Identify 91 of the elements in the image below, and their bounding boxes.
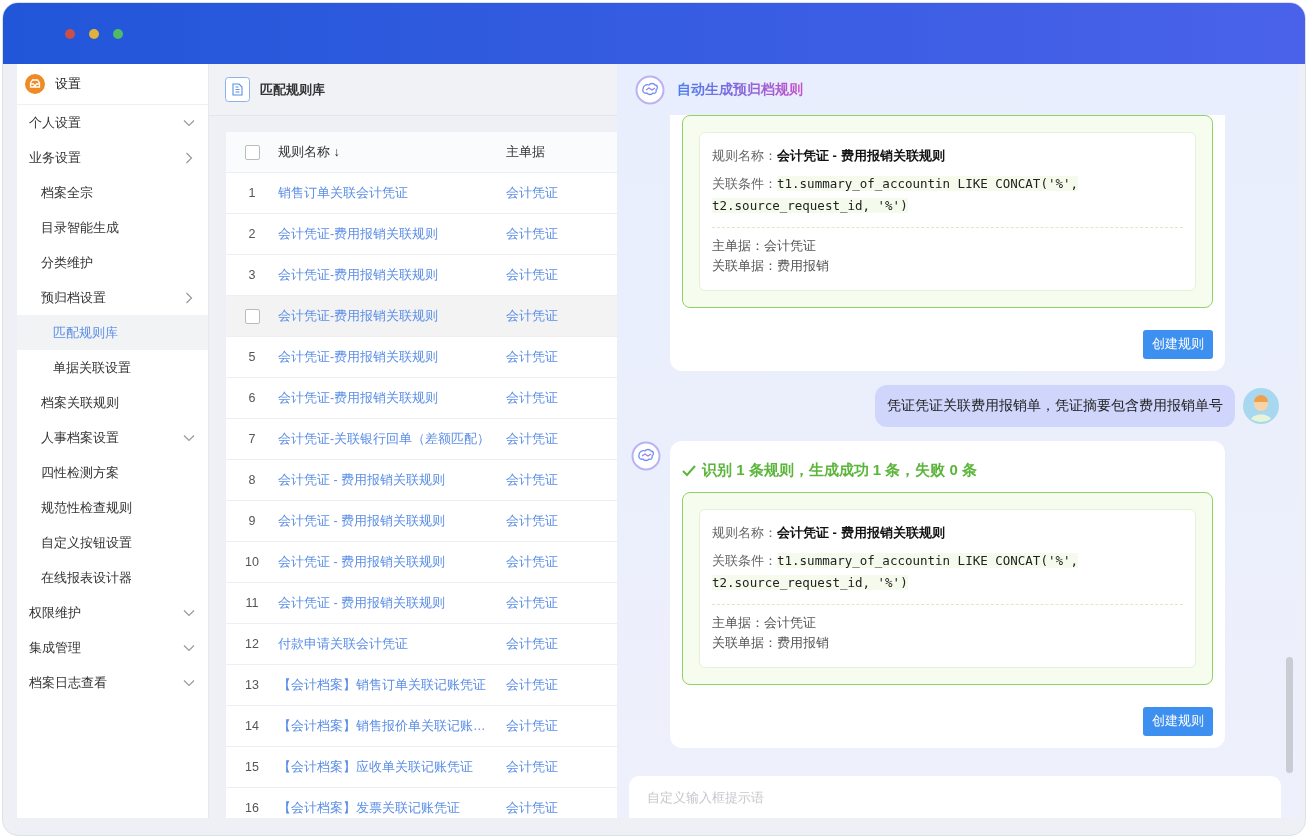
row-number: 6 <box>248 391 256 405</box>
create-rule-button[interactable]: 创建规则 <box>1143 330 1213 359</box>
sidebar-item[interactable]: 业务设置 <box>17 140 208 175</box>
sidebar-item[interactable]: 分类维护 <box>17 245 208 280</box>
sidebar-item[interactable]: 档案全宗 <box>17 175 208 210</box>
rule-name-link[interactable]: 【会计档案】销售报价单关联记账… <box>278 718 486 733</box>
document-link[interactable]: 会计凭证 <box>506 308 558 323</box>
sidebar-item[interactable]: 匹配规则库 <box>17 315 208 350</box>
row-number: 14 <box>245 719 259 733</box>
document-link[interactable]: 会计凭证 <box>506 677 558 692</box>
rule-name-link[interactable]: 付款申请关联会计凭证 <box>278 636 408 651</box>
sidebar-item[interactable]: 单据关联设置 <box>17 350 208 385</box>
row-number: 2 <box>248 227 256 241</box>
rule-name-link[interactable]: 会计凭证-费用报销关联规则 <box>278 349 439 364</box>
rule-name-link[interactable]: 会计凭证 - 费用报销关联规则 <box>278 513 446 528</box>
column-header[interactable]: 规则名称 ↓ <box>278 144 340 159</box>
related-document: 关联单据：费用报销 <box>712 258 830 275</box>
sidebar-item[interactable]: 人事档案设置 <box>17 420 208 455</box>
user-message: 凭证凭证关联费用报销单，凭证摘要包含费用报销单号 <box>875 385 1235 427</box>
row-number: 10 <box>245 555 259 569</box>
select-all-checkbox[interactable] <box>244 144 260 160</box>
main-document: 主单据：会计凭证 <box>712 615 817 632</box>
sidebar-item[interactable]: 目录智能生成 <box>17 210 208 245</box>
settings-logo-icon <box>25 74 45 94</box>
scrollbar[interactable] <box>1286 657 1293 773</box>
rule-condition: 关联条件：t1.summary_of_accountin LIKE CONCAT('%', t2.source_request_id, '%') <box>712 175 1080 215</box>
rule-name-link[interactable]: 【会计档案】应收单关联记账凭证 <box>278 759 473 774</box>
sidebar-item[interactable]: 集成管理 <box>17 630 208 665</box>
user-avatar <box>1243 388 1279 424</box>
rule-name-link[interactable]: 【会计档案】销售订单关联记账凭证 <box>278 677 486 692</box>
sidebar-item[interactable]: 档案关联规则 <box>17 385 208 420</box>
rule-name-link[interactable]: 【会计档案】发票关联记账凭证 <box>278 800 460 815</box>
row-number: 12 <box>245 637 259 651</box>
document-link[interactable]: 会计凭证 <box>506 472 558 487</box>
rule-name: 规则名称：会计凭证 - 费用报销关联规则 <box>712 147 946 165</box>
rule-name-link[interactable]: 会计凭证-费用报销关联规则 <box>278 390 439 405</box>
document-link[interactable]: 会计凭证 <box>506 226 558 241</box>
row-number: 15 <box>245 760 259 774</box>
rule-name-link[interactable]: 会计凭证 - 费用报销关联规则 <box>278 554 446 569</box>
rule-name-link[interactable]: 会计凭证-费用报销关联规则 <box>278 226 439 241</box>
sidebar-item[interactable]: 自定义按钮设置 <box>17 525 208 560</box>
row-number: 5 <box>248 350 256 364</box>
check-icon <box>682 464 696 477</box>
document-link[interactable]: 会计凭证 <box>506 431 558 446</box>
document-icon <box>225 77 250 102</box>
minimize-dot[interactable] <box>89 28 99 39</box>
row-number: 3 <box>248 268 256 282</box>
row-number: 1 <box>248 186 256 200</box>
sidebar-item[interactable]: 个人设置 <box>17 105 208 140</box>
related-document: 关联单据：费用报销 <box>712 635 830 652</box>
rule-name-link[interactable]: 销售订单关联会计凭证 <box>278 185 408 200</box>
sidebar-title: 设置 <box>55 75 81 93</box>
status-text: 识别 1 条规则，生成成功 1 条，失败 0 条 <box>702 461 978 480</box>
chat-title: 自动生成预归档规则 <box>677 80 803 99</box>
row-number: 13 <box>245 678 259 692</box>
sidebar-item[interactable]: 在线报表设计器 <box>17 560 208 595</box>
row-number: 16 <box>245 801 259 815</box>
sidebar-item[interactable]: 档案日志查看 <box>17 665 208 700</box>
rule-condition: 关联条件：t1.summary_of_accountin LIKE CONCAT('%', t2.source_request_id, '%') <box>712 552 1080 592</box>
document-link[interactable]: 会计凭证 <box>506 349 558 364</box>
close-dot[interactable] <box>65 28 75 39</box>
sidebar-item[interactable]: 预归档设置 <box>17 280 208 315</box>
column-header[interactable]: 主单据 <box>506 144 545 159</box>
sidebar-item[interactable]: 规范性检查规则 <box>17 490 208 525</box>
document-link[interactable]: 会计凭证 <box>506 718 558 733</box>
create-rule-button[interactable]: 创建规则 <box>1143 707 1213 736</box>
document-link[interactable]: 会计凭证 <box>506 759 558 774</box>
maximize-dot[interactable] <box>113 28 123 39</box>
rule-name-link[interactable]: 会计凭证 - 费用报销关联规则 <box>278 472 446 487</box>
document-link[interactable]: 会计凭证 <box>506 390 558 405</box>
document-link[interactable]: 会计凭证 <box>506 800 558 815</box>
document-link[interactable]: 会计凭证 <box>506 595 558 610</box>
document-link[interactable]: 会计凭证 <box>506 554 558 569</box>
page-title: 匹配规则库 <box>260 80 325 99</box>
rule-name: 规则名称：会计凭证 - 费用报销关联规则 <box>712 524 946 542</box>
document-link[interactable]: 会计凭证 <box>506 267 558 282</box>
rule-name-link[interactable]: 会计凭证-关联银行回单（差额匹配） <box>278 431 491 446</box>
row-checkbox[interactable] <box>244 308 260 324</box>
sidebar-item[interactable]: 权限维护 <box>17 595 208 630</box>
sidebar-item[interactable]: 四性检测方案 <box>17 455 208 490</box>
row-number: 8 <box>248 473 256 487</box>
rule-name-link[interactable]: 会计凭证 - 费用报销关联规则 <box>278 595 446 610</box>
document-link[interactable]: 会计凭证 <box>506 513 558 528</box>
main-document: 主单据：会计凭证 <box>712 238 817 255</box>
row-number: 9 <box>248 514 256 528</box>
document-link[interactable]: 会计凭证 <box>506 636 558 651</box>
row-number: 11 <box>245 596 259 610</box>
rule-name-link[interactable]: 会计凭证-费用报销关联规则 <box>278 267 439 282</box>
row-number: 7 <box>248 432 256 446</box>
document-link[interactable]: 会计凭证 <box>506 185 558 200</box>
assistant-logo-icon <box>635 74 665 105</box>
